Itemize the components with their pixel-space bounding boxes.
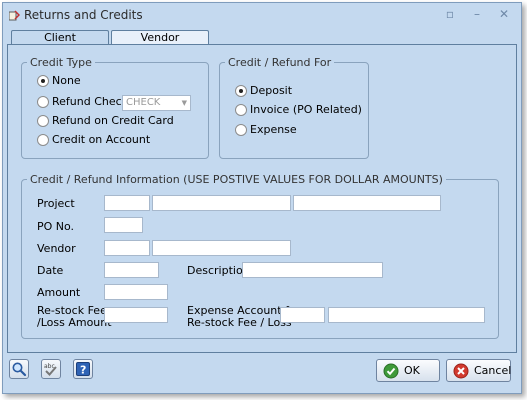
- help-icon: ?: [76, 362, 90, 377]
- spell-check-button[interactable]: abc: [41, 359, 61, 379]
- spell-check-icon: abc: [44, 363, 57, 376]
- vendor-name-input[interactable]: [152, 240, 291, 256]
- bottom-toolbar: abc ? OK Cancel: [3, 353, 521, 393]
- amount-input[interactable]: [104, 284, 168, 300]
- cancel-button[interactable]: Cancel: [446, 359, 511, 382]
- ok-button[interactable]: OK: [376, 359, 440, 382]
- radio-button[interactable]: [37, 96, 49, 108]
- date-input[interactable]: [104, 262, 159, 278]
- project-detail-input[interactable]: [293, 195, 441, 211]
- date-label: Date: [37, 264, 64, 277]
- dropdown-arrow-icon[interactable]: ▼: [182, 96, 187, 110]
- magnifier-icon: [12, 362, 27, 377]
- project-name-input[interactable]: [152, 195, 291, 211]
- po-number-label: PO No.: [37, 220, 75, 233]
- option-label: None: [52, 74, 81, 87]
- radio-button[interactable]: [235, 85, 247, 97]
- check-type-combo[interactable]: CHECK ▼: [122, 95, 191, 111]
- combo-value: CHECK: [126, 97, 161, 108]
- restock-fee-label-line2: /Loss Amount: [37, 316, 112, 329]
- search-button[interactable]: [9, 359, 29, 379]
- svg-text:?: ?: [80, 364, 86, 377]
- radio-button[interactable]: [235, 124, 247, 136]
- minimize-icon[interactable]: –: [468, 6, 486, 22]
- refund-info-legend: Credit / Refund Information (USE POSTIVE…: [30, 173, 443, 186]
- returns-credits-window: Returns and Credits ▫ – ✕ Client Vendor …: [2, 2, 522, 394]
- app-icon: [9, 10, 20, 21]
- amount-label: Amount: [37, 286, 81, 299]
- ok-label: OK: [404, 364, 420, 377]
- window-title: Returns and Credits: [24, 8, 143, 22]
- credit-type-legend: Credit Type: [30, 56, 92, 69]
- credit-for-legend: Credit / Refund For: [228, 56, 332, 69]
- radio-button[interactable]: [37, 134, 49, 146]
- cancel-label: Cancel: [474, 364, 512, 377]
- option-label: Expense: [250, 123, 297, 136]
- expense-account-label-line2: Re-stock Fee / Loss: [187, 316, 292, 329]
- radio-button[interactable]: [37, 75, 49, 87]
- tab-client[interactable]: Client: [11, 30, 109, 44]
- cancel-circle-icon: [453, 363, 469, 379]
- option-label: Invoice (PO Related): [250, 103, 362, 116]
- expense-account-name-input[interactable]: [328, 307, 485, 323]
- option-label: Refund Check:: [52, 95, 132, 108]
- restock-fee-input[interactable]: [104, 307, 168, 323]
- radio-button[interactable]: [235, 104, 247, 116]
- tab-vendor[interactable]: Vendor: [111, 30, 209, 44]
- vendor-code-input[interactable]: [104, 240, 150, 256]
- po-number-input[interactable]: [104, 217, 143, 233]
- restore-icon[interactable]: ▫: [441, 6, 459, 22]
- title-bar: Returns and Credits ▫ – ✕: [3, 3, 521, 28]
- description-label: Description: [187, 264, 250, 277]
- radio-button[interactable]: [37, 115, 49, 127]
- description-input[interactable]: [242, 262, 383, 278]
- vendor-label: Vendor: [37, 242, 76, 255]
- expense-account-code-input[interactable]: [280, 307, 325, 323]
- tab-strip: Client Vendor: [7, 30, 517, 45]
- option-label: Credit on Account: [52, 133, 151, 146]
- project-code-input[interactable]: [104, 195, 150, 211]
- help-button[interactable]: ?: [73, 359, 93, 379]
- check-circle-icon: [383, 363, 399, 379]
- option-label: Refund on Credit Card: [52, 114, 174, 127]
- close-icon[interactable]: ✕: [495, 6, 513, 22]
- option-label: Deposit: [250, 84, 293, 97]
- project-label: Project: [37, 197, 75, 210]
